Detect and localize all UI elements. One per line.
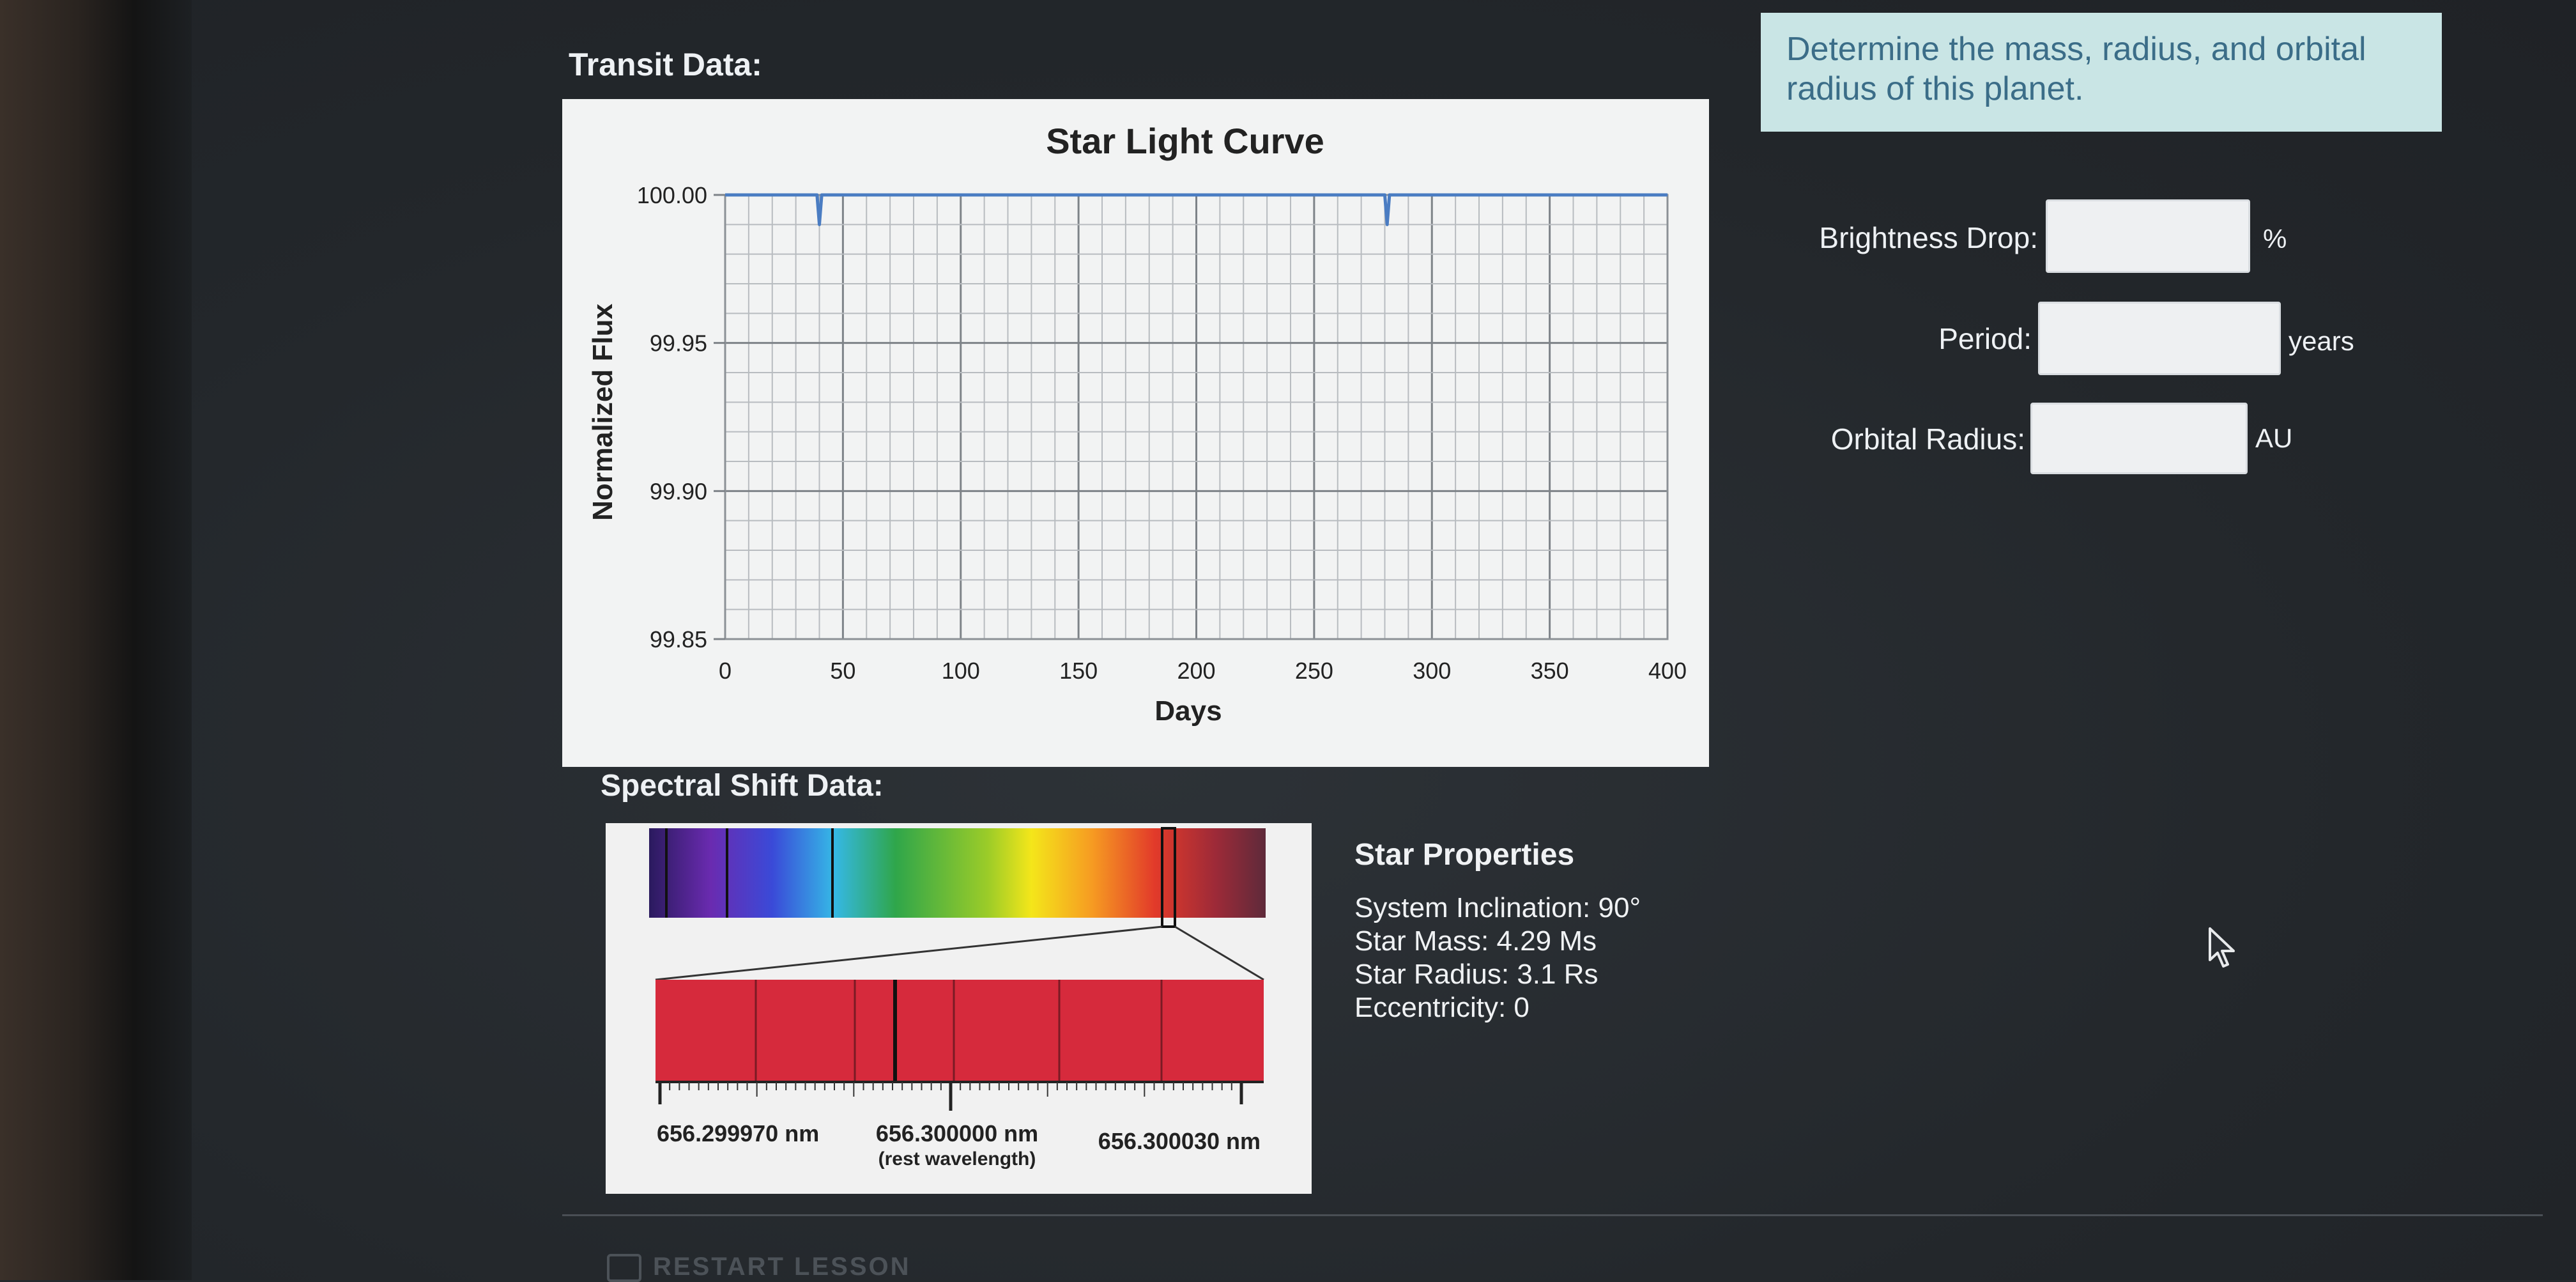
x-tick-label: 300 bbox=[1413, 658, 1451, 684]
mouse-cursor-icon bbox=[2209, 927, 2235, 968]
period-input[interactable] bbox=[2038, 302, 2281, 375]
restart-lesson-label: RESTART LESSON bbox=[653, 1253, 911, 1281]
x-tick-label: 200 bbox=[1177, 658, 1215, 684]
y-tick-label: 99.95 bbox=[650, 330, 707, 357]
star-properties: Star Properties System Inclination: 90° … bbox=[1354, 837, 1641, 1024]
question-prompt: Determine the mass, radius, and orbital … bbox=[1761, 13, 2442, 132]
restart-icon bbox=[607, 1254, 641, 1282]
brightness-drop-input[interactable] bbox=[2046, 199, 2250, 273]
spectrum-svg: 656.299970 nm 656.300000 nm (rest wavele… bbox=[649, 827, 1266, 1170]
y-tick-label: 99.85 bbox=[650, 626, 707, 653]
zoom-guide-left bbox=[655, 925, 1163, 981]
eccentricity: Eccentricity: 0 bbox=[1354, 992, 1529, 1023]
x-tick-labels: 0 50 100 150 200 250 300 350 400 bbox=[719, 658, 1687, 684]
transit-data-label: Transit Data: bbox=[569, 47, 762, 82]
chart-grid bbox=[724, 194, 1669, 640]
zoom-guide-right bbox=[1174, 925, 1264, 981]
spectral-shift-panel: 656.299970 nm 656.300000 nm (rest wavele… bbox=[606, 823, 1312, 1194]
brightness-drop-unit: % bbox=[2263, 224, 2287, 254]
zoomed-spectrum-bar bbox=[656, 980, 1264, 1082]
system-inclination: System Inclination: 90° bbox=[1354, 892, 1641, 923]
period-label: Period: bbox=[1938, 322, 2032, 355]
period-unit: years bbox=[2288, 326, 2354, 356]
light-curve-chart: 100.00 99.95 99.90 99.85 0 50 100 150 200 250 300… bbox=[562, 99, 1709, 767]
x-tick-label: 0 bbox=[719, 658, 732, 684]
star-properties-title: Star Properties bbox=[1354, 838, 1575, 872]
tick-label-right: 656.300030 nm bbox=[1098, 1128, 1261, 1154]
restart-lesson-button[interactable]: RESTART LESSON bbox=[607, 1253, 911, 1282]
x-tick-label: 100 bbox=[942, 658, 980, 684]
full-spectrum-bar bbox=[649, 828, 1266, 918]
x-tick-label: 50 bbox=[830, 658, 855, 684]
y-tick-label: 99.90 bbox=[650, 478, 707, 504]
y-tick-labels: 100.00 99.95 99.90 99.85 bbox=[637, 182, 725, 653]
chart-title: Star Light Curve bbox=[1046, 121, 1324, 161]
rest-wavelength-note: (rest wavelength) bbox=[878, 1148, 1036, 1170]
x-tick-label: 250 bbox=[1295, 658, 1333, 684]
tick-label-left: 656.299970 nm bbox=[657, 1120, 819, 1147]
orbital-radius-input[interactable] bbox=[2030, 403, 2248, 474]
x-tick-label: 400 bbox=[1648, 658, 1687, 684]
footer-divider bbox=[562, 1214, 2543, 1216]
tick-label-rest: 656.300000 nm bbox=[876, 1120, 1038, 1147]
light-curve-svg: 100.00 99.95 99.90 99.85 0 50 100 150 200 250 300… bbox=[587, 121, 1687, 727]
orbital-radius-label: Orbital Radius: bbox=[1830, 422, 2025, 456]
brightness-drop-label: Brightness Drop: bbox=[1819, 221, 2038, 254]
y-axis-label: Normalized Flux bbox=[587, 304, 618, 521]
x-tick-label: 350 bbox=[1531, 658, 1569, 684]
monitor-bezel bbox=[0, 0, 192, 1280]
y-tick-label: 100.00 bbox=[637, 182, 707, 208]
spectral-shift-label: Spectral Shift Data: bbox=[601, 769, 884, 803]
star-radius: Star Radius: 3.1 Rs bbox=[1354, 959, 1598, 990]
x-axis-label: Days bbox=[1154, 695, 1222, 727]
orbital-radius-unit: AU bbox=[2255, 423, 2293, 453]
x-tick-label: 150 bbox=[1059, 658, 1098, 684]
star-mass: Star Mass: 4.29 Ms bbox=[1354, 925, 1597, 957]
